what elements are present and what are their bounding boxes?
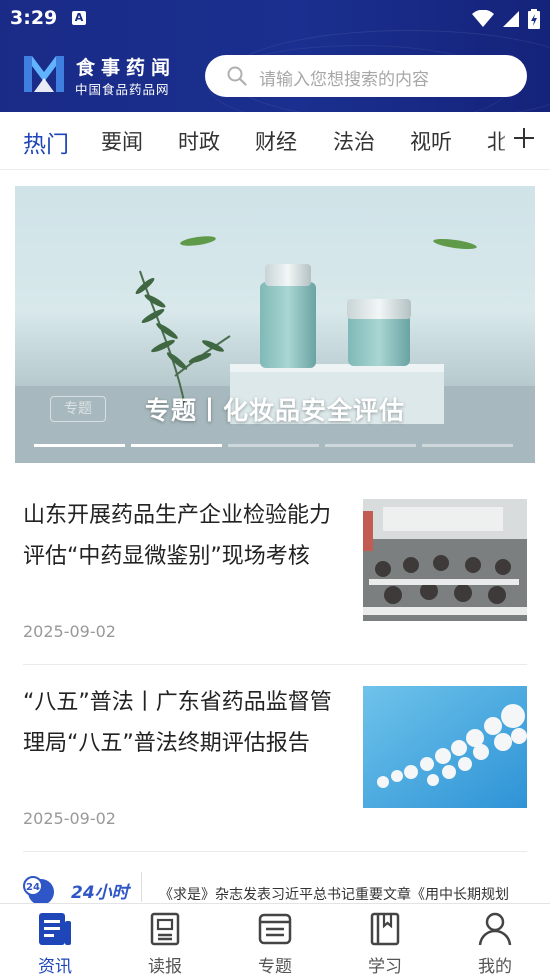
tab-video[interactable]: 视听	[410, 126, 452, 156]
24h-label: 24小时	[71, 883, 129, 903]
brand-logo-icon	[24, 56, 64, 92]
news-title: “八五”普法丨广东省药品监督管理局“八五”普法终期评估报告	[23, 690, 332, 756]
nav-news[interactable]: 资讯	[0, 904, 110, 979]
news-icon	[39, 913, 71, 945]
nav-label: 专题	[258, 957, 292, 977]
tab-law[interactable]: 法治	[333, 126, 375, 156]
carousel-dot[interactable]	[228, 444, 319, 447]
battery-icon	[528, 9, 540, 29]
carousel-dot[interactable]	[131, 444, 222, 447]
banner-carousel[interactable]: 专题 专题丨化妆品安全评估	[15, 186, 535, 463]
news-item[interactable]: 山东开展药品生产企业检验能力评估“中药显微鉴别”现场考核 2025-09-02	[23, 499, 527, 649]
tab-politics[interactable]: 时政	[178, 126, 220, 156]
divider	[23, 851, 527, 852]
svg-text:24: 24	[26, 882, 40, 893]
tab-hot[interactable]: 热门	[23, 125, 69, 159]
tab-news[interactable]: 要闻	[101, 126, 143, 156]
news-date: 2025-09-02	[23, 622, 116, 641]
tab-finance[interactable]: 财经	[255, 126, 297, 156]
news-title: 山东开展药品生产企业检验能力评估“中药显微鉴别”现场考核	[23, 503, 332, 569]
nav-profile[interactable]: 我的	[440, 904, 550, 979]
carousel-dot[interactable]	[325, 444, 416, 447]
divider	[23, 664, 527, 665]
bottom-navigation: 资讯 读报 专题 学习 我的	[0, 903, 550, 979]
brand[interactable]: 食事药闻 中国食品药品网	[22, 52, 182, 98]
news-thumbnail	[363, 686, 527, 808]
status-time: 3:29	[10, 7, 58, 29]
news-date: 2025-09-02	[23, 809, 116, 828]
24h-badge: 24 24小时	[23, 874, 133, 904]
search-bar[interactable]: 请输入您想搜索的内容	[205, 55, 527, 97]
nav-newspaper[interactable]: 读报	[110, 904, 220, 979]
nav-label: 我的	[478, 957, 512, 977]
carousel-dot[interactable]	[422, 444, 513, 447]
profile-icon	[478, 912, 512, 946]
topic-icon	[258, 913, 292, 945]
status-bar: 3:29 A	[0, 0, 550, 38]
nav-study[interactable]: 学习	[330, 904, 440, 979]
notification-icon: A	[72, 11, 86, 25]
nav-label: 资讯	[38, 957, 72, 977]
search-placeholder: 请输入您想搜索的内容	[259, 70, 429, 90]
nav-label: 读报	[148, 957, 182, 977]
nav-label: 学习	[368, 957, 402, 977]
carousel-indicators	[34, 444, 513, 447]
add-channel-icon[interactable]	[512, 126, 536, 150]
category-tabs: 热门 要闻 时政 财经 法治 视听 北	[0, 112, 550, 170]
clock-icon: 24	[23, 876, 54, 904]
news-thumbnail	[363, 499, 527, 621]
news-item[interactable]: “八五”普法丨广东省药品监督管理局“八五”普法终期评估报告 2025-09-02	[23, 686, 527, 836]
app-header: 3:29 A 食事药闻 中国食品药品网 请输入您想搜索的内容	[0, 0, 550, 112]
carousel-dot[interactable]	[34, 444, 125, 447]
brand-subtitle: 中国食品药品网	[75, 82, 170, 97]
nav-topic[interactable]: 专题	[220, 904, 330, 979]
ticker-text: 《求是》杂志发表习近平总书记重要文章《用中长期规划	[159, 887, 509, 903]
wifi-icon	[472, 10, 494, 27]
banner-caption: 专题丨化妆品安全评估	[144, 396, 405, 425]
system-icons	[472, 9, 540, 29]
newspaper-icon	[150, 912, 180, 946]
signal-icon	[503, 11, 519, 27]
search-icon	[227, 66, 247, 86]
brand-name: 食事药闻	[76, 57, 177, 79]
book-icon	[370, 912, 400, 946]
news-ticker[interactable]: 24 24小时 《求是》杂志发表习近平总书记重要文章《用中长期规划	[23, 872, 550, 904]
